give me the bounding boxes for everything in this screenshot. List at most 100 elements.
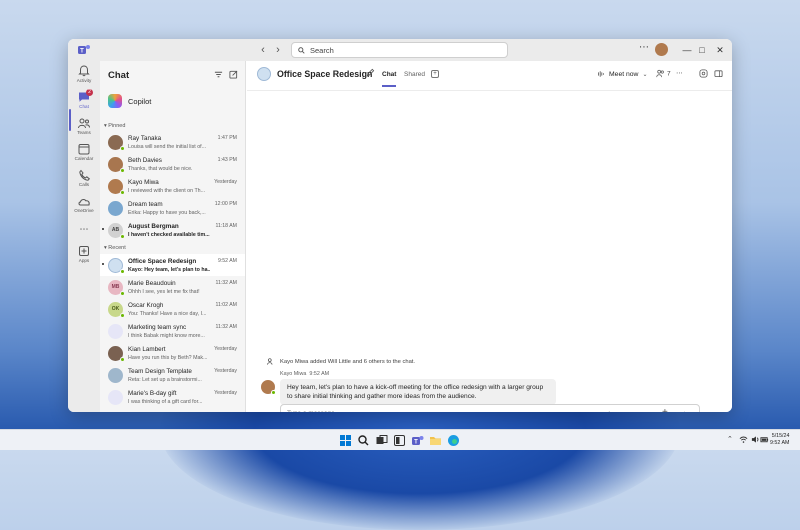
pinned-label: Pinned	[108, 123, 126, 129]
meet-now-label: Meet now	[609, 70, 639, 78]
back-arrow-icon[interactable]: ‹	[256, 43, 270, 57]
add-attachment-icon[interactable]: +	[662, 407, 668, 412]
participant-count: 7	[666, 70, 671, 78]
participants-button[interactable]: 7	[656, 69, 671, 78]
chat-item-name: Office Space Redesign	[128, 258, 197, 265]
rail-item-apps[interactable]: Apps	[68, 245, 100, 263]
task-view-icon[interactable]	[375, 434, 388, 447]
format-text-icon[interactable]: A̸	[603, 410, 608, 412]
rail-item-activity[interactable]: Activity	[68, 65, 100, 83]
system-message-text: Kayo Miwa added Will Little and 6 others…	[280, 358, 416, 365]
chat-item-ray-tanaka[interactable]: Ray Tanaka Louisa will send the initial …	[100, 131, 245, 153]
emoji-icon[interactable]: ☺	[619, 410, 627, 412]
add-tab-icon[interactable]: +	[431, 70, 439, 78]
chat-item-august-bergman[interactable]: AB August Bergman I haven't checked avai…	[100, 219, 245, 241]
rail-label: Calendar	[74, 156, 94, 161]
chat-item-preview: I was thinking of a gift card for...	[128, 398, 203, 405]
group-avatar	[257, 67, 271, 81]
copilot-logo-icon	[108, 94, 122, 108]
tab-chat[interactable]: Chat	[382, 71, 396, 78]
chat-item-name: Kian Lambert	[128, 346, 166, 353]
chat-item-name: Marie's B-day gift	[128, 390, 177, 397]
active-tab-indicator	[382, 85, 396, 87]
chat-item-name: Marketing team sync	[128, 324, 187, 331]
search-placeholder: Search	[310, 45, 334, 55]
chevron-up-icon[interactable]: ⌃	[727, 435, 733, 443]
more-options-icon[interactable]: ⋯	[676, 69, 683, 77]
chat-item-kian-lambert[interactable]: Kian Lambert Have you run this by Beth? …	[100, 342, 245, 364]
presence-available-icon	[120, 357, 125, 362]
rail-item-calendar[interactable]: Calendar	[68, 143, 100, 161]
chat-item-name: Marie Beaudouin	[128, 280, 176, 287]
rail-label: OneDrive	[74, 208, 94, 213]
rail-item-chat[interactable]: 2 Chat	[68, 89, 100, 109]
rail-label: Activity	[76, 78, 92, 83]
presence-available-icon	[120, 234, 125, 239]
teams-taskbar-icon[interactable]: T	[411, 434, 424, 447]
windows-start-icon[interactable]	[339, 434, 352, 447]
chat-item-preview: Kayo: Hey team, let's plan to ha...	[128, 266, 210, 273]
rail-item-calls[interactable]: Calls	[68, 169, 100, 187]
message-composer[interactable]: A̸ ☺ +	[280, 404, 700, 412]
send-icon[interactable]	[684, 411, 693, 412]
group-avatar	[108, 368, 123, 383]
chat-item-office-space-redesign[interactable]: Office Space Redesign Kayo: Hey team, le…	[100, 254, 245, 276]
presence-available-icon	[120, 313, 125, 318]
volume-icon[interactable]	[751, 435, 760, 444]
chat-item-name: August Bergman	[128, 223, 179, 230]
sticker-icon[interactable]	[647, 411, 656, 412]
edge-browser-icon[interactable]	[447, 434, 460, 447]
popout-icon[interactable]	[714, 69, 723, 78]
chat-item-preview: Reta: Let set up a brainstormi...	[128, 376, 202, 383]
chat-item-time: 1:43 PM	[217, 157, 237, 163]
battery-icon[interactable]	[760, 435, 769, 444]
chat-item-beth-davies[interactable]: Beth Davies Thanks, that would be nice. …	[100, 153, 245, 175]
search-icon[interactable]	[357, 434, 370, 447]
chat-item-team-design-template[interactable]: Team Design Template Reta: Let set up a …	[100, 364, 245, 386]
rail-item-teams[interactable]: Teams	[68, 117, 100, 135]
rail-more-apps[interactable]: ⋯	[68, 223, 100, 235]
pinned-section-header[interactable]: ▾ Pinned	[104, 123, 125, 129]
tab-shared[interactable]: Shared	[404, 71, 425, 78]
apps-icon	[79, 246, 89, 256]
edit-pencil-icon[interactable]	[366, 68, 375, 77]
meet-now-button[interactable]: Meet now ⌄	[597, 70, 648, 78]
chat-item-dream-team[interactable]: Dream team Erika: Happy to have you back…	[100, 197, 245, 219]
search-input[interactable]: Search	[291, 42, 508, 58]
widgets-icon[interactable]	[393, 434, 406, 447]
rail-label: Chat	[79, 104, 89, 109]
file-explorer-icon[interactable]	[429, 434, 442, 447]
profile-avatar[interactable]	[655, 43, 668, 56]
chat-item-oscar-krogh[interactable]: OK Oscar Krogh You: Thanks! Have a nice …	[100, 298, 245, 320]
unread-dot	[102, 228, 104, 230]
message-bubble[interactable]: Hey team, let's plan to have a kick-off …	[280, 379, 556, 405]
chat-item-marie-beaudouin[interactable]: MB Marie Beaudouin Ohhh I see, yes let m…	[100, 276, 245, 298]
chat-item-time: 11:32 AM	[215, 280, 237, 286]
more-options-icon[interactable]: ⋯	[639, 42, 649, 53]
copilot-icon[interactable]	[699, 69, 708, 78]
filter-icon[interactable]	[214, 70, 223, 79]
conversation-title[interactable]: Office Space Redesign	[277, 69, 372, 79]
chat-item-preview: You: Thanks! Have a nice day, I...	[128, 310, 207, 317]
calendar-icon	[78, 144, 90, 155]
chat-item-marketing-team-sync[interactable]: Marketing team sync I think Babak might …	[100, 320, 245, 342]
close-icon[interactable]: ✕	[713, 43, 727, 57]
minimize-icon[interactable]: —	[680, 43, 694, 57]
new-chat-icon[interactable]	[229, 70, 238, 79]
copilot-item[interactable]: Copilot	[108, 94, 151, 108]
chat-item-maries-bday-gift[interactable]: Marie's B-day gift I was thinking of a g…	[100, 386, 245, 408]
rail-label: Teams	[77, 130, 91, 135]
wifi-icon[interactable]	[739, 435, 748, 444]
rail-item-onedrive[interactable]: OneDrive	[68, 195, 100, 213]
maximize-icon[interactable]: □	[695, 43, 709, 57]
bell-icon	[78, 65, 90, 77]
chat-item-time: 1:47 PM	[217, 135, 237, 141]
loop-icon[interactable]	[633, 411, 642, 412]
message-input[interactable]	[287, 410, 487, 412]
chat-item-time: Yesterday	[214, 179, 237, 185]
taskbar-clock[interactable]: 5/15/24 9:52 AM	[770, 433, 789, 447]
chat-item-kayo-miwa[interactable]: Kayo Miwa I reviewed with the client on …	[100, 175, 245, 197]
chat-item-name: Team Design Template	[128, 368, 192, 375]
recent-section-header[interactable]: ▾ Recent	[104, 245, 126, 251]
forward-arrow-icon[interactable]: ›	[271, 43, 285, 57]
